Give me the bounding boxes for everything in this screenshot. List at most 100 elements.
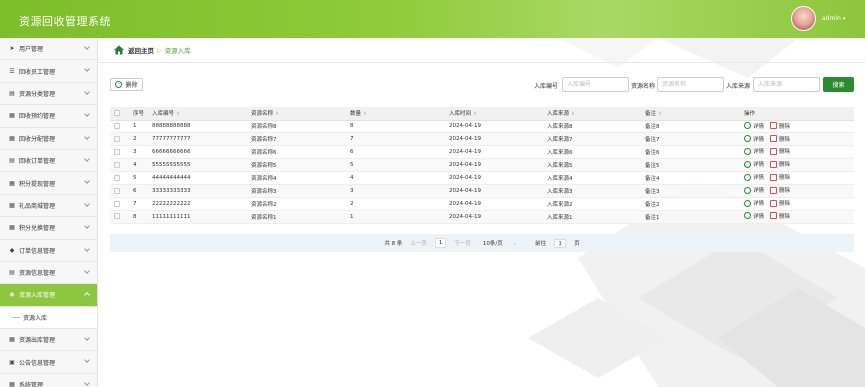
row-checkbox[interactable] [114,148,120,155]
trash-icon [770,122,778,130]
detail-button[interactable]: 详情 [744,147,764,155]
cell-code: 22222222222 [148,197,247,211]
sidebar-item[interactable]: ➤ 用户管理 [0,38,97,61]
sidebar-item[interactable]: ◆ 资源入库管理 [0,284,97,307]
pager-next[interactable]: 下一页 [454,239,471,247]
row-checkbox[interactable] [114,123,120,130]
row-delete-button[interactable]: 删除 [770,147,790,155]
sidebar-item[interactable]: ☰ 回收员工管理 [0,60,97,83]
table-row[interactable]: 8 11111111111 资源名称1 1 2024-04-19 入库来源1 备注1 详情 删除 [110,210,854,224]
sort-icon[interactable]: ⇕ [363,112,367,117]
column-header[interactable]: 入库时间 ⇕ [445,107,543,121]
column-header-remark: 备注 [645,111,657,118]
table-row[interactable]: 7 22222222222 资源名称2 2 2024-04-19 入库来源2 备注2 详情 删除 [110,197,854,211]
row-delete-button[interactable]: 删除 [770,212,790,220]
select-all-checkbox[interactable] [114,110,120,116]
chevron-icon [84,335,90,341]
sort-icon[interactable]: ⇕ [275,112,279,117]
row-delete-label: 删除 [779,149,791,156]
row-delete-button[interactable]: 删除 [770,186,790,194]
cell-name: 资源名称8 [247,120,346,134]
column-header-qty: 数量 [350,111,362,118]
breadcrumb-home[interactable]: 返回主页 [128,45,154,55]
cell-time: 2024-04-19 [445,184,543,198]
detail-button[interactable]: 详情 [744,122,764,130]
sidebar-item[interactable]: ▤ 资源信息管理 [0,262,97,285]
delete-button[interactable]: − 删除 [110,78,143,91]
detail-button[interactable]: 详情 [744,186,764,194]
row-checkbox[interactable] [114,213,120,220]
row-delete-button[interactable]: 删除 [770,135,790,143]
home-icon[interactable] [114,45,124,55]
table-row[interactable]: 4 55555555555 资源名称5 5 2024-04-19 入库来源5 备注5 详情 删除 [110,158,854,173]
search-button[interactable]: 搜索 [823,77,854,92]
goto-page-input[interactable]: 1 [554,238,567,248]
sidebar-item[interactable]: ▦ 资源出库管理 [0,329,97,352]
sidebar-item[interactable]: ▦ 礼品商城管理 [0,195,97,218]
sliders-icon: ☰ [9,67,15,75]
sort-icon[interactable]: ⇕ [176,112,180,117]
column-header[interactable]: 入库编号 ⇕ [148,107,247,121]
code-search-input[interactable] [562,77,629,92]
detail-button[interactable]: 详情 [744,199,764,207]
pagination: 共 8 条 上一页 1 下一页 10条/页 ⌄ 前往 1 页 [110,234,854,252]
sort-icon[interactable]: ⇕ [658,112,662,117]
page-size-select[interactable]: 10条/页 ⌄ [479,239,521,247]
column-header[interactable]: 资源名称 ⇕ [247,107,346,121]
row-delete-button[interactable]: 删除 [770,160,790,168]
sidebar-item[interactable]: ▦ 积分兑换管理 [0,217,97,240]
row-checkbox[interactable] [114,161,120,168]
cell-qty: 5 [346,158,445,173]
detail-button[interactable]: 详情 [744,173,764,181]
pager-prev[interactable]: 上一页 [410,239,427,247]
page-size-value: 10条/页 [482,241,503,247]
sidebar-item-label: 资源信息管理 [19,270,56,278]
cell-remark: 备注1 [641,210,740,224]
sort-icon[interactable]: ⇕ [571,112,575,117]
pager-page[interactable]: 1 [434,238,447,248]
cell-name: 资源名称7 [247,132,346,147]
detail-button[interactable]: 详情 [744,135,764,143]
row-checkbox[interactable] [114,187,120,194]
sidebar-subitem[interactable]: 资源入库 [0,306,97,330]
table-row[interactable]: 5 44444444444 资源名称4 4 2024-04-19 入库来源4 备注4 详情 删除 [110,171,854,185]
column-header[interactable]: 入库来源 ⇕ [543,107,641,121]
row-checkbox[interactable] [114,136,120,143]
table-row[interactable]: 6 33333333333 资源名称3 3 2024-04-19 入库来源3 备注3 详情 删除 [110,184,854,198]
row-delete-button[interactable]: 删除 [770,199,790,207]
row-checkbox[interactable] [114,200,120,207]
column-header[interactable]: 数量 ⇕ [346,107,445,121]
sidebar-item[interactable]: ◆ 订单信息管理 [0,240,97,262]
trash-icon [770,135,778,143]
chevron-icon [84,111,90,118]
sidebar-item-label: 资源入库管理 [19,292,56,300]
sidebar-item[interactable]: ▤ 回收订单管理 [0,150,97,173]
row-checkbox[interactable] [114,174,120,181]
detail-button[interactable]: 详情 [744,212,764,220]
row-delete-label: 删除 [779,175,791,182]
sidebar-item[interactable]: ▦ 系统管理 [0,374,97,387]
detail-label: 详情 [753,123,765,130]
column-header-actions: 操作 [744,111,756,118]
table-row[interactable]: 2 77777777777 资源名称7 7 2024-04-19 入库来源7 备注7 详情 删除 [110,132,854,147]
row-delete-label: 删除 [779,188,791,195]
sidebar-item[interactable]: ▤ 资源分类管理 [0,83,97,106]
sidebar-item[interactable]: ▦ 积分提现管理 [0,172,97,195]
sidebar-item[interactable]: ▦ 回收预约管理 [0,105,97,128]
row-delete-button[interactable]: 删除 [770,173,790,181]
table-row[interactable]: 3 66666666666 资源名称6 6 2024-04-19 入库来源6 备注6 详情 删除 [110,145,854,160]
avatar[interactable] [791,6,816,31]
row-delete-label: 删除 [779,136,791,143]
row-delete-button[interactable]: 删除 [770,122,790,130]
name-search-input[interactable] [657,77,724,92]
table-row[interactable]: 1 88888888888 资源名称8 8 2024-04-19 入库来源8 备注8 详情 删除 [110,120,854,134]
sidebar-item[interactable]: ▦ 回收分配管理 [0,128,97,150]
user-menu[interactable]: admin ▾ [822,15,845,22]
sidebar-item[interactable]: ▣ 公告信息管理 [0,351,97,374]
column-header[interactable]: 备注 ⇕ [641,107,740,121]
grid-icon: ▦ [9,381,15,387]
sidebar-item-label: 礼品商城管理 [19,202,56,210]
detail-button[interactable]: 详情 [744,160,764,168]
sort-icon[interactable]: ⇕ [473,112,477,117]
source-search-input[interactable] [753,77,820,92]
